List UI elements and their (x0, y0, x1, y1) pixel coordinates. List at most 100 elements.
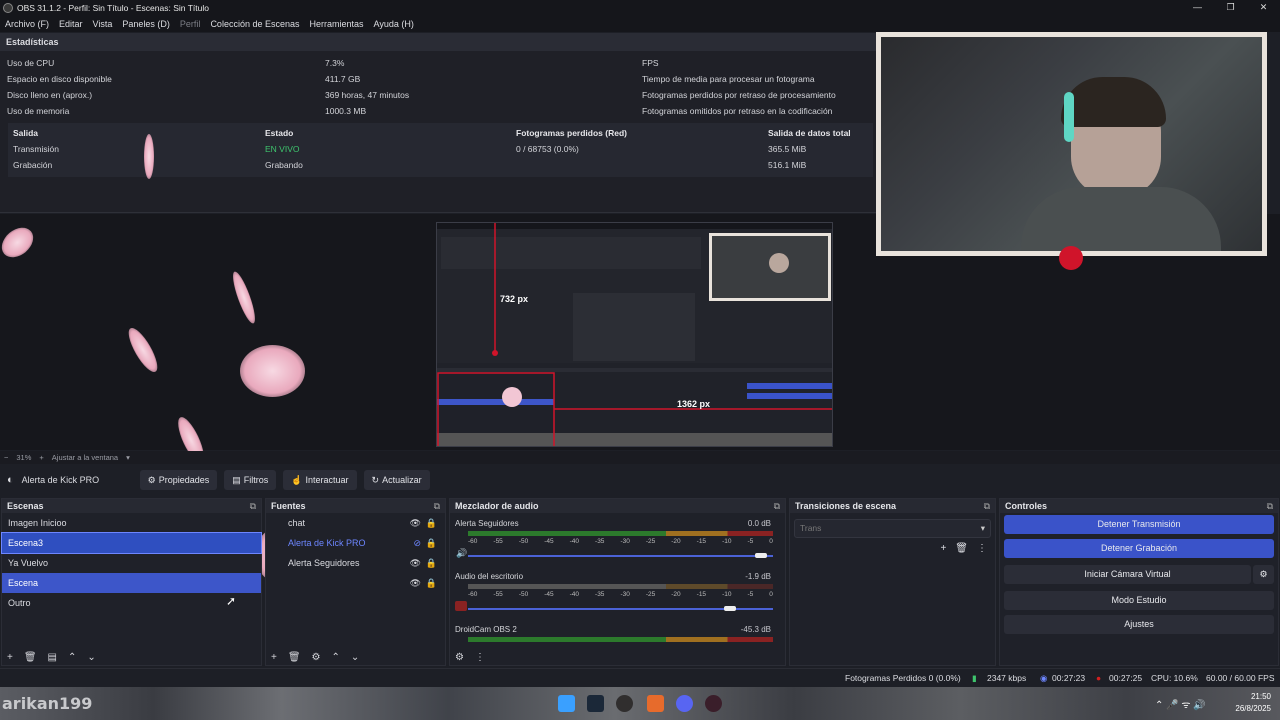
undock-icon[interactable]: ⧉ (774, 501, 780, 511)
obs-icon[interactable] (616, 695, 633, 712)
interact-button[interactable]: ☝ Interactuar (283, 470, 357, 490)
signal-icon: ▮ (972, 673, 977, 683)
source-item[interactable]: chat 👁 🔒 (266, 513, 445, 533)
eye-hidden-icon[interactable]: ⊘ (413, 533, 421, 553)
speaker-icon[interactable]: 🔊 (456, 548, 467, 559)
volume-meter (468, 584, 773, 589)
volume-slider-knob[interactable] (754, 553, 767, 558)
lock-icon[interactable]: 🔒 (426, 553, 437, 573)
scene-item[interactable]: Imagen Inicioo (2, 513, 261, 533)
menu-tools[interactable]: Herramientas (310, 19, 364, 29)
stream-time: 00:27:23 (1052, 673, 1086, 683)
add-icon[interactable]: + (940, 543, 946, 554)
trash-icon[interactable]: 🗑 (955, 543, 968, 554)
menu-view[interactable]: Vista (93, 19, 113, 29)
volume-slider-knob[interactable] (724, 606, 737, 611)
trash-icon[interactable]: 🗑 (24, 652, 37, 663)
stat-label: Disco lleno en (aprox.) (7, 90, 93, 100)
transitions-header: Transiciones de escena ⧉ (790, 499, 995, 513)
refresh-button[interactable]: ↻ Actualizar (363, 470, 430, 490)
more-icon[interactable]: ⋮ (977, 543, 987, 554)
add-icon[interactable]: + (7, 652, 13, 663)
maximize-icon[interactable]: ❐ (1214, 0, 1247, 15)
source-item[interactable]: 👁 🔒 (266, 573, 445, 593)
chevron-down-icon[interactable]: ▾ (126, 453, 130, 462)
arrow-up-icon[interactable]: ⌃ (68, 652, 76, 663)
scene-item-editing[interactable]: Escena3 (1, 532, 262, 554)
stop-recording-button[interactable]: Detener Grabación (1004, 539, 1274, 558)
stat-label: Fotogramas perdidos por retraso de proce… (642, 90, 836, 100)
scene-item[interactable]: Outro (2, 593, 261, 613)
scene-item[interactable]: Ya Vuelvo (2, 553, 261, 573)
steam-icon[interactable] (587, 695, 604, 712)
scenes-title: Escenas (7, 501, 44, 511)
trash-icon[interactable]: 🗑 (288, 652, 301, 663)
menu-help[interactable]: Ayuda (H) (374, 19, 414, 29)
menu-file[interactable]: Archivo (F) (5, 19, 49, 29)
fit-to-window-button[interactable]: Ajustar a la ventana (52, 453, 118, 462)
browser-icon[interactable] (705, 695, 722, 712)
eye-icon[interactable]: 👁 (410, 513, 421, 533)
advanced-audio-icon[interactable]: ⚙ (455, 652, 464, 663)
start-icon[interactable] (558, 695, 575, 712)
window-title: OBS 31.1.2 - Perfil: Sin Título - Escena… (17, 2, 209, 13)
dropped-frames-status: Fotogramas Perdidos 0 (0.0%) (845, 673, 961, 683)
close-icon[interactable]: ✕ (1247, 0, 1280, 15)
output-name: Grabación (13, 160, 53, 170)
arrow-up-icon[interactable]: ⌃ (332, 652, 340, 663)
stop-streaming-button[interactable]: Detener Transmisión (1004, 515, 1274, 534)
zoom-level: 31% (16, 453, 32, 462)
undock-icon[interactable]: ⧉ (984, 501, 990, 511)
settings-button[interactable]: Ajustes (1004, 615, 1274, 634)
menu-docks[interactable]: Paneles (D) (122, 19, 170, 29)
eye-icon[interactable]: 👁 (410, 553, 421, 573)
muted-speaker-icon[interactable] (455, 601, 467, 611)
filters-button[interactable]: ▤ Filtros (224, 470, 277, 490)
webcam-source (876, 32, 1267, 270)
zoom-in-button[interactable]: + (39, 453, 43, 462)
menu-profile[interactable]: Perfil (180, 19, 201, 29)
volume-slider[interactable] (468, 555, 773, 557)
add-icon[interactable]: + (271, 652, 277, 663)
scene-item-selected[interactable]: Escena (2, 573, 261, 593)
app-icon[interactable] (647, 695, 664, 712)
watermark: arikan199 (2, 694, 93, 713)
tray-icons[interactable]: ⌃ 🎤 ᯤ 🔊 (1155, 697, 1206, 711)
minimize-icon[interactable]: — (1181, 0, 1214, 15)
filter-icon[interactable]: ▤ (48, 652, 57, 663)
more-icon[interactable]: ⋮ (475, 652, 485, 663)
eye-icon[interactable]: 👁 (410, 573, 421, 593)
undock-icon[interactable]: ⧉ (1267, 501, 1273, 511)
col-header: Fotogramas perdidos (Red) (516, 128, 627, 138)
preview-nested-screen: 732 px 1362 px (436, 222, 833, 447)
filters-label: Filtros (243, 475, 269, 485)
start-virtual-camera-button[interactable]: Iniciar Cámara Virtual (1004, 565, 1251, 584)
gear-icon[interactable]: ⚙ (312, 652, 321, 663)
discord-icon[interactable] (676, 695, 693, 712)
stat-value: 1000.3 MB (325, 106, 367, 116)
transition-select[interactable]: Trans ▾ (794, 519, 991, 538)
gear-icon[interactable]: ⚙ (1253, 565, 1274, 584)
transition-select-value: Trans (800, 523, 822, 533)
menu-edit[interactable]: Editar (59, 19, 83, 29)
channel-name: Alerta Seguidores (455, 519, 519, 528)
source-item[interactable]: Alerta Seguidores 👁 🔒 (266, 553, 445, 573)
lock-icon[interactable]: 🔒 (426, 573, 437, 593)
sources-dock-header: Fuentes ⧉ (266, 499, 445, 513)
stat-value: 7.3% (325, 58, 345, 68)
height-guide-label: 732 px (500, 294, 529, 304)
arrow-down-icon[interactable]: ⌄ (87, 652, 95, 663)
channel-db: -1.9 dB (745, 572, 771, 581)
source-item-selected[interactable]: Alerta de Kick PRO ⊘ 🔒 (266, 533, 445, 553)
stats-header: Estadísticas (0, 33, 880, 51)
undock-icon[interactable]: ⧉ (434, 501, 440, 511)
zoom-out-button[interactable]: − (4, 453, 8, 462)
refresh-icon: ↻ (371, 474, 380, 485)
studio-mode-button[interactable]: Modo Estudio (1004, 591, 1274, 610)
lock-icon[interactable]: 🔒 (426, 533, 437, 553)
lock-icon[interactable]: 🔒 (426, 513, 437, 533)
properties-button[interactable]: ⚙ Propiedades (139, 470, 218, 490)
menu-scene-collection[interactable]: Colección de Escenas (210, 19, 299, 29)
undock-icon[interactable]: ⧉ (250, 501, 256, 511)
arrow-down-icon[interactable]: ⌄ (351, 652, 359, 663)
